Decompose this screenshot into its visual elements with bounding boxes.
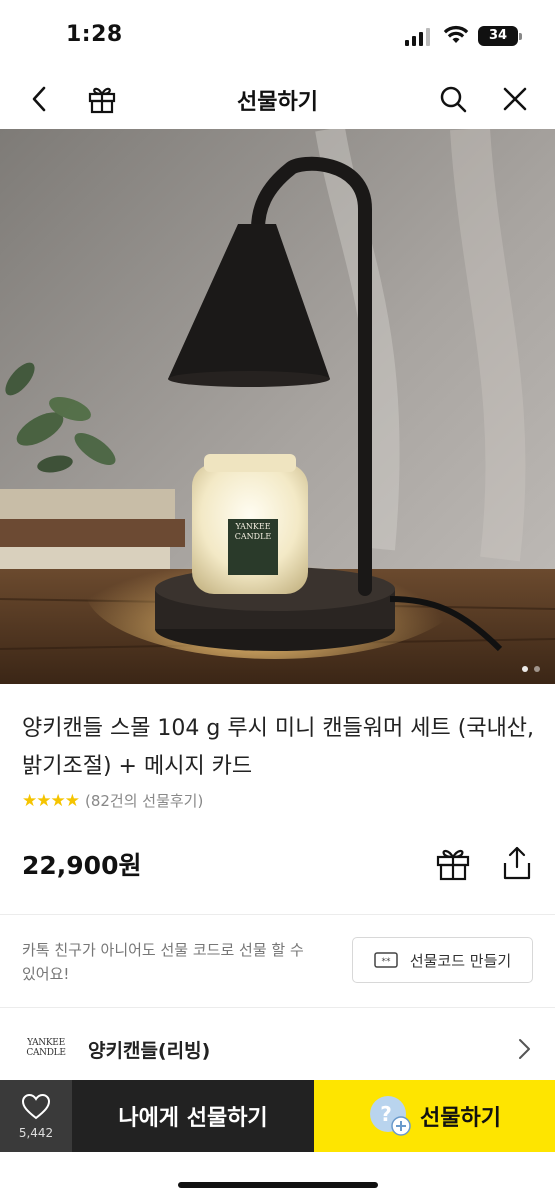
share-icon	[503, 846, 531, 880]
send-gift-button[interactable]: ? 선물하기	[314, 1080, 555, 1152]
svg-text:?: ?	[380, 1102, 392, 1126]
brand-logo-line2: CANDLE	[26, 1048, 66, 1058]
gift-icon	[436, 849, 470, 881]
status-time: 1:28	[66, 22, 123, 47]
divider	[0, 914, 555, 915]
like-count: 5,442	[18, 1126, 54, 1140]
status-bar: 1:28 34	[0, 0, 555, 70]
brand-logo: YANKEE CANDLE	[22, 1038, 70, 1058]
top-navigation: 선물하기	[0, 70, 555, 128]
rating-row[interactable]: ★★★★ (82건의 선물후기)	[22, 790, 203, 811]
jar-label-line1: YANKEE	[234, 522, 270, 531]
brand-row[interactable]: YANKEE CANDLE 양키캔들(리빙)	[0, 1008, 555, 1080]
home-indicator[interactable]	[178, 1182, 378, 1188]
friend-avatar-add-icon: ?	[370, 1096, 411, 1136]
battery-icon: 34	[478, 26, 522, 46]
review-count[interactable]: (82건의 선물후기)	[85, 790, 203, 811]
search-icon	[440, 86, 467, 113]
heart-icon	[22, 1094, 50, 1120]
price: 22,900원	[22, 851, 142, 880]
page-title: 선물하기	[237, 90, 318, 115]
bottom-action-bar: 5,442 나에게 선물하기 ? 선물하기	[0, 1080, 555, 1152]
giftcode-description: 카톡 친구가 아니어도 선물 코드로 선물 할 수 있어요!	[22, 941, 304, 983]
search-button[interactable]	[436, 82, 470, 116]
product-image[interactable]: YANKEE CANDLE	[0, 129, 555, 684]
close-button[interactable]	[498, 82, 532, 116]
ticket-icon: **	[374, 952, 398, 968]
chevron-right-icon	[519, 1039, 530, 1059]
close-icon	[503, 87, 527, 111]
brand-name: 양키캔들(리빙)	[88, 1040, 211, 1062]
gift-to-myself-label: 나에게 선물하기	[118, 1106, 268, 1131]
create-giftcode-button[interactable]: ** 선물코드 만들기	[352, 937, 533, 983]
gift-wrap-button[interactable]	[435, 845, 471, 881]
safe-area	[0, 1152, 555, 1200]
star-rating: ★★★★	[22, 790, 80, 811]
wifi-icon	[443, 25, 469, 43]
svg-text:**: **	[381, 957, 391, 967]
share-button[interactable]	[500, 845, 534, 881]
candle-warmer-photo: YANKEE CANDLE	[0, 129, 555, 684]
like-button[interactable]: 5,442	[0, 1080, 72, 1152]
jar-label-line2: CANDLE	[235, 532, 272, 541]
create-giftcode-label: 선물코드 만들기	[409, 951, 512, 970]
product-title: 양키캔들 스몰 104 g 루시 미니 캔들워머 세트 (국내산, 밝기조절) …	[22, 716, 535, 779]
send-gift-label: 선물하기	[420, 1106, 501, 1131]
cellular-signal-icon	[405, 28, 430, 46]
gift-to-myself-button[interactable]: 나에게 선물하기	[72, 1080, 314, 1152]
brand-logo-line1: YANKEE	[27, 1038, 65, 1048]
